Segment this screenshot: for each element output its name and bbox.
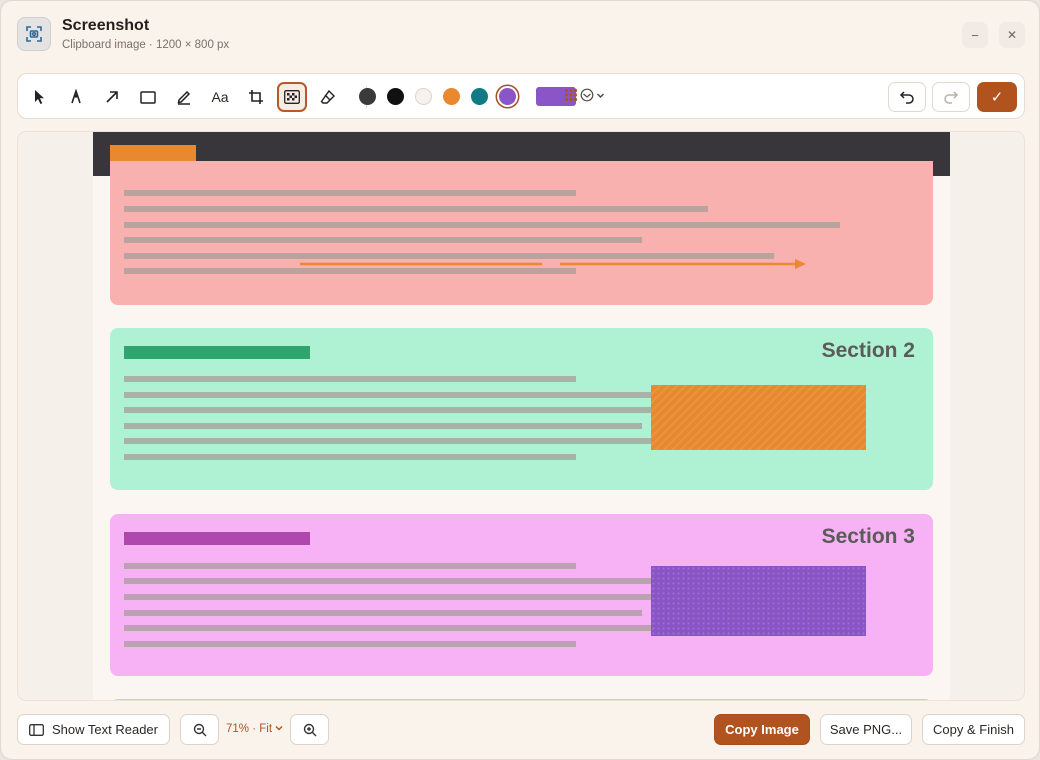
zoom-out-button[interactable]: [180, 714, 219, 745]
zoom-in-button[interactable]: [290, 714, 329, 745]
rectangle-icon: [140, 90, 156, 104]
screenshot-icon: [17, 17, 51, 51]
arrow-annotation[interactable]: [296, 257, 816, 271]
pixelate-icon: [284, 90, 300, 104]
annotation-toolbar: Aa ✓: [17, 73, 1025, 119]
image-section-1: [110, 161, 933, 305]
color-swatch-white[interactable]: [415, 88, 432, 105]
image-section-4: [110, 699, 933, 700]
zoom-level-label: 71% · Fit: [226, 723, 273, 735]
undo-icon: [899, 91, 914, 104]
text-line: [124, 594, 654, 600]
eraser-tool[interactable]: [313, 82, 343, 112]
select-tool[interactable]: [25, 82, 55, 112]
minimize-icon: −: [971, 27, 979, 43]
sidebar-icon: [29, 723, 44, 736]
highlighter-tool[interactable]: [169, 82, 199, 112]
text-line: [124, 237, 642, 243]
text-line: [124, 438, 654, 444]
close-button[interactable]: ✕: [999, 22, 1025, 48]
dots-pattern-icon: [564, 88, 578, 102]
window-title: Screenshot: [62, 17, 150, 34]
rectangle-tool[interactable]: [133, 82, 163, 112]
color-swatch-dark-gray[interactable]: [359, 88, 376, 105]
minimize-button[interactable]: −: [962, 22, 988, 48]
close-icon: ✕: [1006, 28, 1018, 42]
text-line: [124, 423, 642, 429]
text-line: [124, 407, 654, 413]
zoom-level-dropdown[interactable]: 71% · Fit: [226, 723, 283, 735]
save-png-button[interactable]: Save PNG...: [820, 714, 912, 745]
text-line: [124, 206, 708, 212]
pen-nib-icon: [71, 89, 81, 104]
text-line: [124, 392, 654, 398]
image-section-3: Section 3: [110, 514, 933, 676]
checkmark-icon: ✓: [990, 89, 1004, 106]
image-section-2: Section 2: [110, 328, 933, 490]
section-title: Section 3: [821, 525, 915, 548]
copy-image-label: Copy Image: [725, 722, 799, 737]
section-heading-bar: [124, 346, 310, 359]
highlighter-icon: [177, 90, 191, 105]
chevron-down-icon: [597, 93, 604, 98]
pen-tool[interactable]: [61, 82, 91, 112]
copy-image-button[interactable]: Copy Image: [714, 714, 810, 745]
color-swatch-black[interactable]: [387, 88, 404, 105]
screenshot-image: Section 2 Section 3: [93, 132, 950, 700]
text-tool[interactable]: Aa: [205, 82, 235, 112]
show-text-reader-button[interactable]: Show Text Reader: [17, 714, 170, 745]
text-line: [124, 190, 576, 196]
editor-window: Screenshot Clipboard image · 1200 × 800 …: [0, 0, 1040, 760]
done-button[interactable]: ✓: [977, 82, 1017, 112]
redo-icon: [944, 91, 959, 104]
zoom-in-icon: [303, 723, 316, 736]
color-swatch-teal[interactable]: [471, 88, 488, 105]
color-swatch-purple[interactable]: [499, 88, 516, 105]
undo-button[interactable]: [888, 82, 926, 112]
chevron-down-icon: [275, 726, 283, 731]
color-wheel-icon: [580, 88, 594, 102]
text-line: [124, 376, 576, 382]
crop-icon: [249, 90, 263, 104]
text-line: [124, 454, 576, 460]
pixelated-redaction[interactable]: [651, 385, 866, 450]
copy-finish-button[interactable]: Copy & Finish: [922, 714, 1025, 745]
text-line: [124, 563, 576, 569]
save-png-label: Save PNG...: [829, 722, 903, 737]
copy-finish-label: Copy & Finish: [933, 722, 1014, 737]
zoom-out-icon: [193, 723, 206, 736]
pixelate-tool[interactable]: [277, 82, 307, 112]
arrow-tool[interactable]: [97, 82, 127, 112]
eraser-icon: [320, 89, 335, 104]
section-heading-bar: [124, 532, 310, 545]
window-subtitle: Clipboard image · 1200 × 800 px: [62, 39, 230, 51]
section-title: Section 2: [821, 339, 915, 362]
text-line: [124, 641, 576, 647]
pattern-picker[interactable]: [564, 88, 605, 102]
image-logo-block: [110, 145, 196, 162]
text-tool-label: Aa: [211, 89, 229, 105]
cursor-icon: [35, 90, 44, 104]
text-line: [124, 222, 840, 228]
title-bar: Screenshot Clipboard image · 1200 × 800 …: [1, 1, 1039, 63]
text-line: [124, 610, 642, 616]
crop-tool[interactable]: [241, 82, 271, 112]
text-line: [124, 578, 654, 584]
redo-button[interactable]: [932, 82, 970, 112]
canvas-area[interactable]: Section 2 Section 3: [17, 131, 1025, 701]
pixelated-redaction[interactable]: [651, 566, 866, 636]
color-swatch-orange[interactable]: [443, 88, 460, 105]
show-text-reader-label: Show Text Reader: [52, 722, 158, 737]
arrow-icon: [106, 91, 118, 103]
text-line: [124, 625, 654, 631]
